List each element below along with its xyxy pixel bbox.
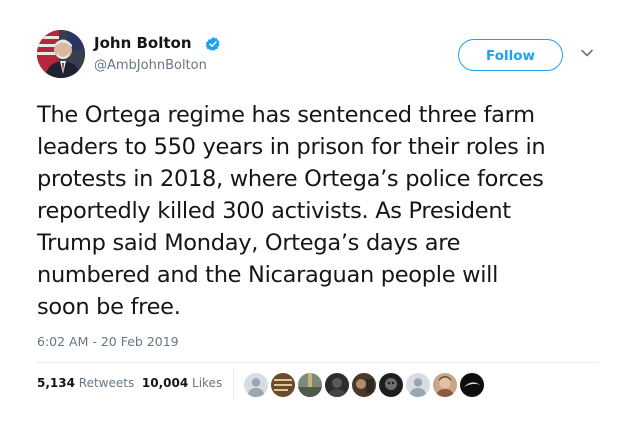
- chevron-down-icon[interactable]: [580, 48, 594, 58]
- liker-avatar[interactable]: [460, 373, 484, 397]
- liker-avatar-image: [325, 373, 349, 397]
- liker-avatar-image: [298, 373, 322, 397]
- tweet-text-line: reportedly killed 300 activists. As Pres…: [37, 198, 511, 224]
- divider: [37, 362, 598, 363]
- retweets-count: 5,134: [37, 376, 75, 390]
- tweet-text-line: Trump said Monday, Ortega’s days are: [37, 230, 461, 256]
- default-user-avatar: [406, 373, 430, 397]
- retweets-label: Retweets: [78, 376, 135, 390]
- author-avatar[interactable]: [37, 30, 85, 78]
- tweet-text: The Ortega regime has sentenced three fa…: [37, 99, 612, 323]
- stats-separator: [233, 369, 234, 399]
- liker-avatar[interactable]: [379, 373, 403, 397]
- liker-avatar[interactable]: [325, 373, 349, 397]
- author-handle[interactable]: @AmbJohnBolton: [94, 58, 207, 73]
- likes-label: Likes: [192, 376, 223, 390]
- liker-avatar-image: [271, 373, 295, 397]
- liker-avatar-image: [460, 373, 484, 397]
- liker-avatar-image: [433, 373, 457, 397]
- liker-avatar[interactable]: [298, 373, 322, 397]
- liker-avatar[interactable]: [433, 373, 457, 397]
- liker-avatar[interactable]: [352, 373, 376, 397]
- liker-avatar-image: [379, 373, 403, 397]
- author-name[interactable]: John Bolton: [94, 34, 192, 52]
- avatar-image: [37, 30, 85, 78]
- follow-button[interactable]: Follow: [458, 39, 563, 71]
- tweet-text-line: The Ortega regime has sentenced three fa…: [37, 102, 535, 128]
- liker-avatar-image: [352, 373, 376, 397]
- liker-avatar[interactable]: [244, 373, 268, 397]
- likes-stat[interactable]: 10,004 Likes: [142, 376, 222, 390]
- tweet-text-line: protests in 2018, where Ortega’s police …: [37, 166, 544, 192]
- default-user-avatar: [244, 373, 268, 397]
- tweet-text-line: soon be free.: [37, 294, 181, 320]
- tweet-text-line: leaders to 550 years in prison for their…: [37, 134, 546, 160]
- liker-avatar[interactable]: [271, 373, 295, 397]
- engagement-stats: 5,134 Retweets 10,004 Likes: [37, 376, 222, 390]
- liker-avatar[interactable]: [406, 373, 430, 397]
- likes-count: 10,004: [141, 376, 189, 390]
- verified-badge-icon: [205, 37, 220, 51]
- tweet-timestamp[interactable]: 6:02 AM - 20 Feb 2019: [37, 334, 179, 349]
- tweet-text-line: numbered and the Nicaraguan people will: [37, 262, 499, 288]
- retweets-stat[interactable]: 5,134 Retweets: [37, 376, 134, 390]
- tweet-card: John Bolton @AmbJohnBolton Follow The Or…: [0, 0, 631, 422]
